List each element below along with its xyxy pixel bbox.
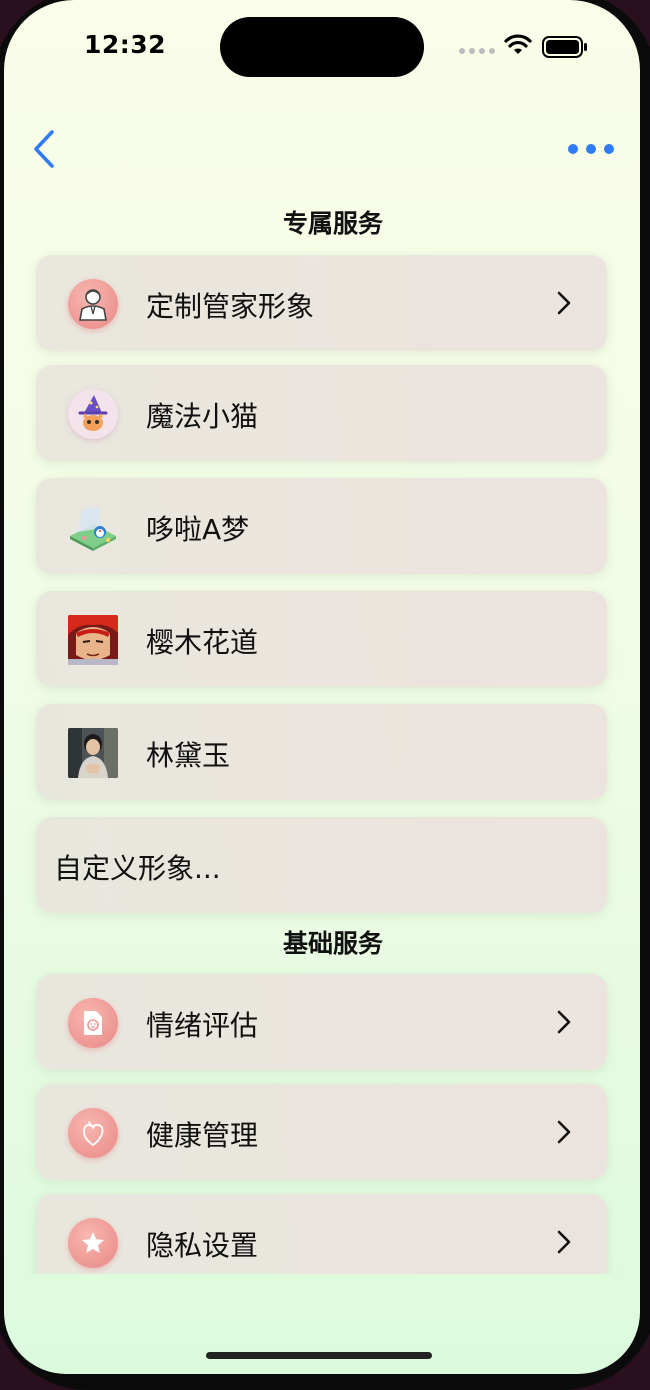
star-icon [68, 1218, 118, 1268]
heart-icon [68, 1108, 118, 1158]
app-screen: 12:32 专属服务 定制管家形象 魔法小猫 哆啦A梦 樱木花道 林黛玉 自定义… [4, 0, 640, 1374]
chevron-right-icon [557, 291, 571, 315]
list-item-label: 情绪评估 [146, 1009, 259, 1042]
list-item-health-management[interactable]: 健康管理 [36, 1084, 607, 1180]
list-item-label: 魔法小猫 [146, 400, 259, 433]
home-indicator[interactable] [206, 1352, 432, 1359]
chevron-right-icon [557, 1120, 571, 1144]
magic-cat-avatar [68, 389, 118, 439]
list-item-label: 哆啦A梦 [146, 513, 250, 546]
list-item-label: 健康管理 [146, 1119, 259, 1152]
chevron-right-icon [557, 1230, 571, 1254]
list-item-privacy-settings[interactable]: 隐私设置 [36, 1194, 607, 1274]
list-item-custom-avatar[interactable]: 自定义形象... [36, 817, 607, 913]
list-item-label: 林黛玉 [146, 739, 231, 772]
list-item-label: 隐私设置 [146, 1229, 259, 1262]
list-item-sakuragi[interactable]: 樱木花道 [36, 591, 607, 687]
list-item-doraemon[interactable]: 哆啦A梦 [36, 478, 607, 574]
doraemon-avatar [68, 502, 118, 552]
list-item-label: 定制管家形象 [146, 290, 315, 323]
list-item-custom-butler[interactable]: 定制管家形象 [36, 255, 607, 351]
emotion-report-icon [68, 998, 118, 1048]
butler-avatar-icon [68, 279, 118, 329]
service-list: 专属服务 定制管家形象 魔法小猫 哆啦A梦 樱木花道 林黛玉 自定义形象... … [4, 0, 640, 1274]
chevron-right-icon [557, 1010, 571, 1034]
list-item-lin-daiyu[interactable]: 林黛玉 [36, 704, 607, 800]
lin-daiyu-avatar [68, 728, 118, 778]
section-title-exclusive: 专属服务 [282, 209, 383, 238]
list-item-magic-cat[interactable]: 魔法小猫 [36, 365, 607, 461]
sakuragi-avatar [68, 615, 118, 665]
list-item-emotion-assessment[interactable]: 情绪评估 [36, 974, 607, 1070]
list-item-label: 樱木花道 [146, 626, 259, 659]
list-item-label: 自定义形象... [54, 852, 221, 885]
section-title-basic: 基础服务 [282, 929, 383, 958]
